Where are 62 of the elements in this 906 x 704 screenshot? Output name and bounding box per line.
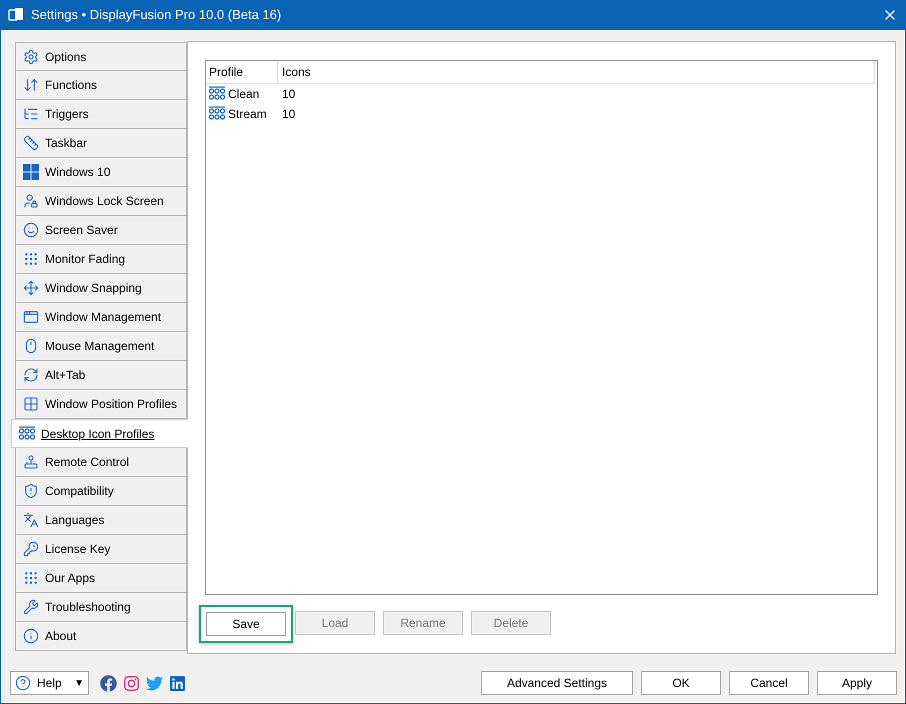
gear-icon	[23, 48, 39, 64]
key-icon	[23, 541, 39, 557]
column-header[interactable]: Icons	[278, 61, 874, 83]
sidebar-item[interactable]: Our Apps	[15, 564, 187, 593]
facebook-icon[interactable]	[100, 674, 117, 692]
dots-icon	[209, 106, 225, 122]
sidebar-item[interactable]: Windows 10	[15, 158, 187, 187]
instagram-icon[interactable]	[123, 674, 140, 692]
action-button[interactable]: Save	[206, 612, 286, 636]
dots-icon	[209, 86, 225, 102]
dialog-button[interactable]: Apply	[817, 671, 897, 695]
face-icon	[23, 222, 39, 238]
sidebar-item[interactable]: License Key	[15, 535, 187, 564]
dots-icon	[19, 426, 35, 442]
dot-grid-icon	[23, 570, 39, 586]
sidebar-item[interactable]: Alt+Tab	[15, 361, 187, 390]
windows-logo-icon	[23, 164, 39, 180]
mouse-icon	[23, 338, 39, 354]
sidebar-item[interactable]: Options	[15, 42, 187, 71]
sidebar-item[interactable]: Windows Lock Screen	[15, 187, 187, 216]
sidebar-item[interactable]: Compatibility	[15, 477, 187, 506]
dialog-button[interactable]: Advanced Settings	[481, 671, 633, 695]
sidebar-item[interactable]: Screen Saver	[15, 216, 187, 245]
sidebar-item[interactable]: Monitor Fading	[15, 245, 187, 274]
sidebar-item[interactable]: Remote Control	[15, 448, 187, 477]
table-cell-text: 10	[281, 106, 296, 123]
wrench-icon	[23, 599, 39, 615]
sidebar-item[interactable]: Languages	[15, 506, 187, 535]
ruler-icon	[23, 135, 39, 151]
grid-icon	[23, 396, 39, 412]
table-cell[interactable]: Stream	[228, 105, 267, 123]
window-title: Settings • DisplayFusion Pro 10.0 (Beta 16)	[31, 6, 282, 24]
arrows-icon	[23, 77, 39, 93]
sidebar-item[interactable]: Window Snapping	[15, 274, 187, 303]
sidebar-item[interactable]: Desktop Icon Profiles	[11, 419, 188, 448]
sidebar-item[interactable]: Mouse Management	[15, 332, 187, 361]
sidebar-item[interactable]: Taskbar	[15, 129, 187, 158]
sidebar-item[interactable]: About	[15, 622, 187, 651]
dot-grid-icon	[23, 251, 39, 267]
sidebar-item[interactable]: Window Management	[15, 303, 187, 332]
move-icon	[23, 280, 39, 296]
joystick-icon	[23, 454, 39, 470]
dialog-button[interactable]: Cancel	[729, 671, 809, 695]
list-tree-icon	[23, 106, 39, 122]
sidebar-item[interactable]: Window Position Profiles	[15, 390, 187, 419]
sidebar-item[interactable]: Functions	[15, 71, 187, 100]
table-cell-text: 10	[281, 86, 296, 103]
sidebar-item[interactable]: Triggers	[15, 100, 187, 129]
user-lock-icon	[23, 193, 39, 209]
app-logo-icon	[8, 7, 24, 23]
info-icon	[23, 628, 39, 644]
help-dropdown[interactable]: Help ▼	[10, 671, 89, 695]
window-icon	[23, 309, 39, 325]
table-cell[interactable]: Clean	[228, 85, 260, 103]
shield-icon	[23, 483, 39, 499]
sidebar-item[interactable]: Troubleshooting	[15, 593, 187, 622]
languages-icon	[23, 512, 39, 528]
refresh-icon	[23, 367, 39, 383]
column-header[interactable]: Profile	[206, 61, 278, 83]
linkedin-icon[interactable]	[169, 674, 186, 692]
help-icon	[15, 675, 31, 691]
dialog-button[interactable]: OK	[641, 671, 721, 695]
